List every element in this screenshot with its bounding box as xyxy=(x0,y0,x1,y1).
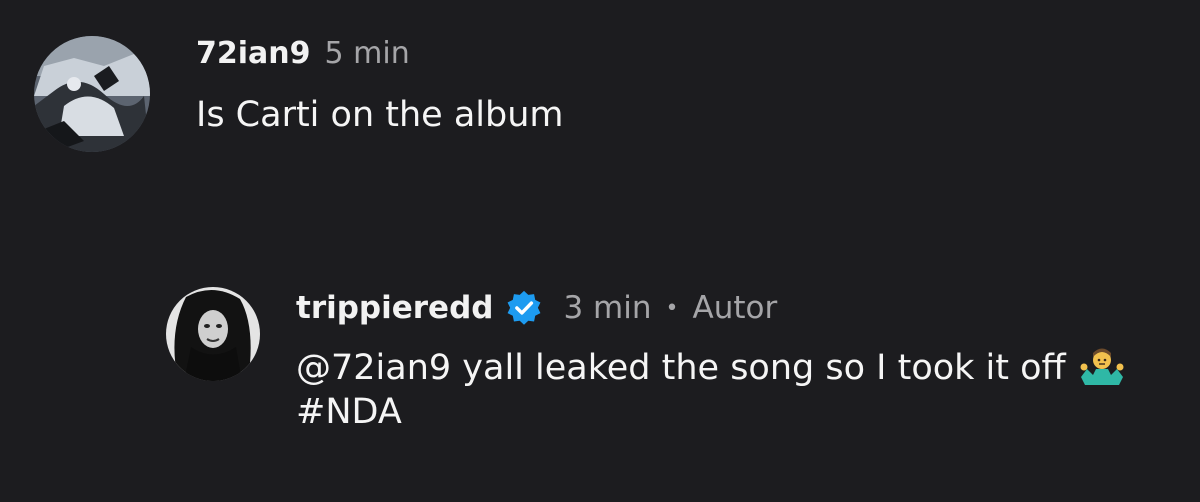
timestamp: 3 min xyxy=(563,290,652,326)
verified-badge-icon xyxy=(505,289,543,327)
separator-dot: • xyxy=(665,295,679,321)
author-tag: Autor xyxy=(692,290,778,326)
username[interactable]: trippieredd xyxy=(296,290,493,326)
person-shrugging-icon xyxy=(1079,345,1125,385)
comment-body: trippieredd 3 min • Autor @72ian9 yall l… xyxy=(296,289,1176,434)
comment-text-content: yall leaked the song so I took it off xyxy=(451,348,1066,388)
comment-body: 72ian9 5 min Is Carti on the album xyxy=(196,36,563,137)
comment-meta: trippieredd 3 min • Autor xyxy=(296,289,1176,327)
reply-comment: trippieredd 3 min • Autor @72ian9 yall l… xyxy=(166,287,1176,434)
comment-text: @72ian9 yall leaked the song so I took i… xyxy=(296,345,1176,434)
comment-text: Is Carti on the album xyxy=(196,95,564,135)
comment: 72ian9 5 min Is Carti on the album xyxy=(34,36,563,152)
username[interactable]: 72ian9 xyxy=(196,36,311,71)
mention-link[interactable]: @72ian9 xyxy=(296,348,451,388)
avatar-image xyxy=(34,36,150,152)
avatar-image xyxy=(166,287,260,381)
hashtag-link[interactable]: #NDA xyxy=(296,392,402,432)
avatar[interactable] xyxy=(166,287,260,381)
avatar[interactable] xyxy=(34,36,150,152)
comment-meta: 72ian9 5 min xyxy=(196,36,563,71)
timestamp: 5 min xyxy=(324,36,410,71)
